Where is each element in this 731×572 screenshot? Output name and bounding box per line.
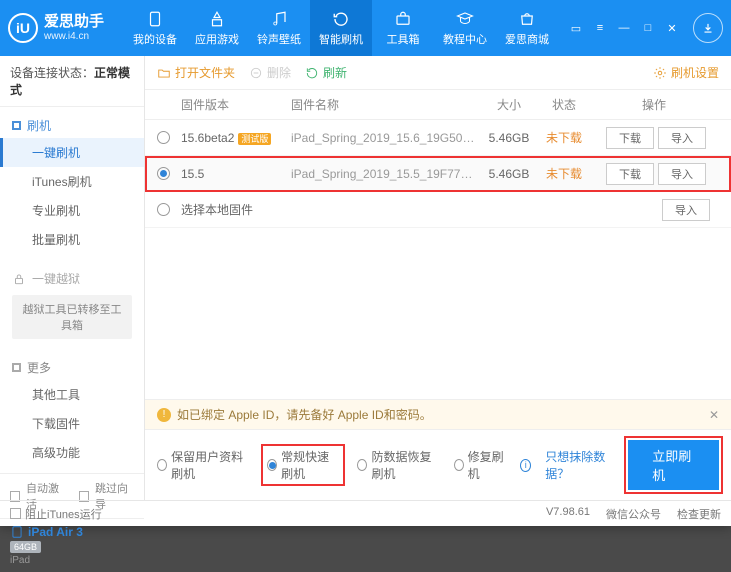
import-button[interactable]: 导入 — [658, 163, 706, 185]
nav-apps[interactable]: 应用游戏 — [186, 0, 248, 56]
appleid-notice: ! 如已绑定 Apple ID，请先备好 Apple ID和密码。 ✕ — [145, 399, 731, 429]
device-name: iPad Air 3 — [10, 525, 134, 539]
app-logo: iU — [8, 13, 38, 43]
app-window: iU 爱思助手 www.i4.cn 我的设备 应用游戏 铃声壁纸 智能刷机 工具… — [0, 0, 731, 526]
flash-now-button[interactable]: 立即刷机 — [628, 440, 719, 490]
sidebar-head-more[interactable]: 更多 — [0, 355, 144, 380]
th-size: 大小 — [479, 96, 539, 113]
row-radio[interactable] — [157, 131, 170, 144]
maximize-button[interactable]: □ — [637, 17, 659, 39]
firmware-status: 未下载 — [539, 129, 589, 146]
flash-settings-button[interactable]: 刷机设置 — [653, 64, 719, 81]
close-button[interactable]: ✕ — [661, 17, 683, 39]
sidebar-item-batch[interactable]: 批量刷机 — [0, 225, 144, 254]
firmware-name: iPad_Spring_2019_15.5_19F77_Restore.ipsw — [291, 167, 479, 181]
nav-flash[interactable]: 智能刷机 — [310, 0, 372, 56]
import-button[interactable]: 导入 — [662, 199, 710, 221]
square-icon — [12, 363, 21, 372]
refresh-button[interactable]: 刷新 — [305, 64, 347, 81]
toolbar: 打开文件夹 删除 刷新 刷机设置 — [145, 56, 731, 90]
main-nav: 我的设备 应用游戏 铃声壁纸 智能刷机 工具箱 教程中心 爱思商城 — [124, 0, 558, 56]
wechat-link[interactable]: 微信公众号 — [606, 506, 661, 522]
gear-icon — [653, 66, 667, 80]
window-controls: ▭ ≡ — □ ✕ — [565, 13, 723, 43]
open-folder-button[interactable]: 打开文件夹 — [157, 64, 235, 81]
brand: 爱思助手 www.i4.cn — [44, 14, 104, 42]
table-header: 固件版本 固件名称 大小 状态 操作 — [145, 90, 731, 120]
brand-title: 爱思助手 — [44, 14, 104, 31]
download-button[interactable]: 下载 — [606, 127, 654, 149]
check-update-link[interactable]: 检查更新 — [677, 506, 721, 522]
flash-options: 保留用户资料刷机 常规快速刷机 防数据恢复刷机 修复刷机 i 只想抹除数据？ 立… — [145, 429, 731, 500]
nav-tutorials[interactable]: 教程中心 — [434, 0, 496, 56]
warning-icon: ! — [157, 408, 171, 422]
minimize-button[interactable]: — — [613, 17, 635, 39]
row-radio[interactable] — [157, 203, 170, 216]
sidebar-head-jailbreak: 一键越狱 — [0, 266, 144, 291]
table-row[interactable]: 15.5 iPad_Spring_2019_15.5_19F77_Restore… — [145, 156, 731, 192]
folder-icon — [157, 66, 171, 80]
sidebar-item-pro[interactable]: 专业刷机 — [0, 196, 144, 225]
sidebar-item-other[interactable]: 其他工具 — [0, 380, 144, 409]
version-label: V7.98.61 — [546, 506, 590, 522]
local-firmware-row[interactable]: 选择本地固件 导入 — [145, 192, 731, 228]
beta-tag: 测试版 — [238, 133, 271, 145]
main: 打开文件夹 删除 刷新 刷机设置 固件版本 固件名称 大小 状态 操作 15.6… — [145, 56, 731, 500]
statusbar: 阻止iTunes运行 V7.98.61 微信公众号 检查更新 — [0, 500, 731, 526]
delete-icon — [249, 66, 263, 80]
sidebar-item-download-fw[interactable]: 下载固件 — [0, 409, 144, 438]
opt-repair-flash[interactable]: 修复刷机 — [454, 448, 507, 482]
device-capacity: 64GB — [10, 541, 41, 553]
sidebar-item-oneclick[interactable]: 一键刷机 — [0, 138, 144, 167]
nav-ringtones[interactable]: 铃声壁纸 — [248, 0, 310, 56]
nav-store[interactable]: 爱思商城 — [496, 0, 558, 56]
square-icon — [12, 121, 21, 130]
firmware-size: 5.46GB — [479, 167, 539, 181]
nav-my-device[interactable]: 我的设备 — [124, 0, 186, 56]
device-type: iPad — [10, 555, 134, 566]
body: 设备连接状态：正常模式 刷机 一键刷机 iTunes刷机 专业刷机 批量刷机 一… — [0, 56, 731, 500]
menu-button[interactable]: ▭ — [565, 17, 587, 39]
row-radio[interactable] — [157, 167, 170, 180]
table-row[interactable]: 15.6beta2测试版 iPad_Spring_2019_15.6_19G50… — [145, 120, 731, 156]
th-name: 固件名称 — [291, 96, 479, 113]
opt-keep-data[interactable]: 保留用户资料刷机 — [157, 448, 249, 482]
firmware-name: iPad_Spring_2019_15.6_19G5037d_Restore.i… — [291, 131, 479, 145]
th-version: 固件版本 — [181, 96, 291, 113]
device-box[interactable]: iPad Air 3 64GB iPad — [0, 518, 144, 572]
connection-status: 设备连接状态：正常模式 — [0, 56, 144, 107]
sidebar-head-flash[interactable]: 刷机 — [0, 113, 144, 138]
sidebar-item-itunes[interactable]: iTunes刷机 — [0, 167, 144, 196]
refresh-icon — [305, 66, 319, 80]
sidebar-item-advanced[interactable]: 高级功能 — [0, 438, 144, 467]
opt-anti-recovery[interactable]: 防数据恢复刷机 — [357, 448, 439, 482]
th-ops: 操作 — [589, 96, 719, 113]
delete-button[interactable]: 删除 — [249, 64, 291, 81]
jailbreak-note: 越狱工具已转移至工具箱 — [12, 295, 132, 339]
th-status: 状态 — [539, 96, 589, 113]
firmware-size: 5.46GB — [479, 131, 539, 145]
lines-button[interactable]: ≡ — [589, 17, 611, 39]
brand-url: www.i4.cn — [44, 31, 104, 42]
import-button[interactable]: 导入 — [658, 127, 706, 149]
lock-icon — [12, 272, 26, 286]
erase-only-link[interactable]: 只想抹除数据？ — [545, 448, 614, 482]
firmware-status: 未下载 — [539, 165, 589, 182]
download-button[interactable]: 下载 — [606, 163, 654, 185]
sidebar: 设备连接状态：正常模式 刷机 一键刷机 iTunes刷机 专业刷机 批量刷机 一… — [0, 56, 145, 500]
opt-quick-flash[interactable]: 常规快速刷机 — [263, 446, 343, 484]
tablet-icon — [10, 525, 24, 539]
block-itunes-checkbox[interactable] — [10, 508, 21, 519]
nav-toolbox[interactable]: 工具箱 — [372, 0, 434, 56]
close-notice-button[interactable]: ✕ — [709, 408, 719, 422]
download-circle-button[interactable] — [693, 13, 723, 43]
titlebar: iU 爱思助手 www.i4.cn 我的设备 应用游戏 铃声壁纸 智能刷机 工具… — [0, 0, 731, 56]
info-icon[interactable]: i — [520, 459, 531, 472]
